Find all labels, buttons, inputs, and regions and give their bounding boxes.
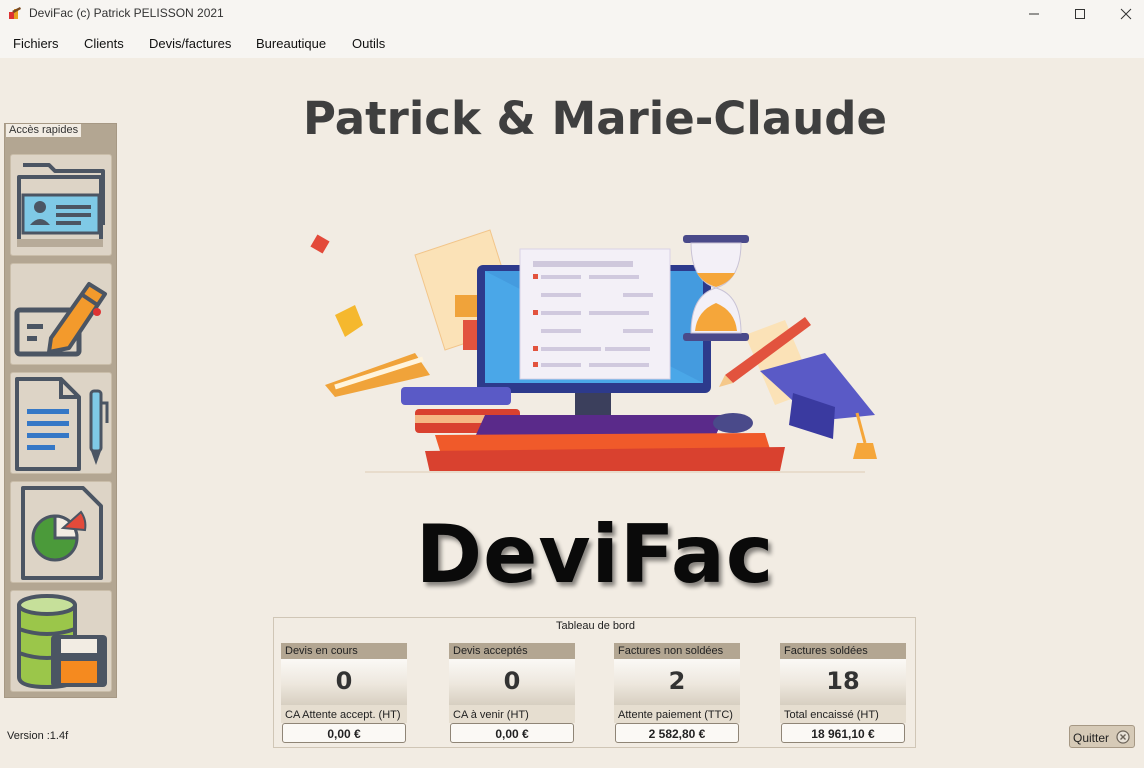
menu-bureautique[interactable]: Bureautique: [256, 36, 326, 51]
card-factures-soldees: Factures soldées 18 Total encaissé (HT) …: [780, 643, 906, 745]
card-label: Devis en cours: [281, 643, 407, 659]
close-button[interactable]: [1103, 0, 1144, 28]
card-amount-field: 2 582,80 €: [615, 723, 739, 743]
education-illustration: [310, 229, 877, 473]
menu-devis-factures[interactable]: Devis/factures: [149, 36, 231, 51]
card-devis-en-cours: Devis en cours 0 CA Attente accept. (HT)…: [281, 643, 407, 745]
card-label: Devis acceptés: [449, 643, 575, 659]
title-bar: DeviFac (c) Patrick PELISSON 2021: [0, 0, 1144, 28]
card-amount-field: 0,00 €: [450, 723, 574, 743]
minimize-icon: [1029, 13, 1039, 15]
card-devis-acceptes: Devis acceptés 0 CA à venir (HT) 0,00 €: [449, 643, 575, 745]
card-label: Factures soldées: [780, 643, 906, 659]
app-logo: DeviFac: [415, 508, 775, 601]
card-sublabel: CA à venir (HT): [449, 705, 575, 723]
card-factures-non-soldees: Factures non soldées 2 Attente paiement …: [614, 643, 740, 745]
minimize-button[interactable]: [1011, 0, 1057, 28]
maximize-button[interactable]: [1057, 0, 1103, 28]
card-count: 2: [614, 659, 740, 705]
database-save-icon: [17, 594, 107, 690]
card-sublabel: CA Attente accept. (HT): [281, 705, 407, 723]
menu-outils[interactable]: Outils: [352, 36, 385, 51]
card-count: 0: [281, 659, 407, 705]
menu-fichiers[interactable]: Fichiers: [13, 36, 59, 51]
card-count: 18: [780, 659, 906, 705]
quit-label: Quitter: [1073, 731, 1110, 745]
close-circle-icon: [1116, 730, 1130, 744]
card-sublabel: Attente paiement (TTC): [614, 705, 740, 723]
quit-button[interactable]: Quitter: [1069, 725, 1135, 748]
devis-edit-icon: [14, 282, 107, 357]
card-count: 0: [449, 659, 575, 705]
card-sublabel: Total encaissé (HT): [780, 705, 906, 723]
clients-folder-icon: [17, 163, 105, 247]
close-icon: [1120, 8, 1132, 20]
dashboard-title: Tableau de bord: [556, 620, 635, 632]
menu-bar: Fichiers Clients Devis/factures Bureauti…: [0, 28, 1144, 58]
quick-database-button[interactable]: [10, 590, 112, 692]
quick-access-panel: [4, 123, 117, 698]
quick-factures-button[interactable]: [10, 372, 112, 474]
quick-devis-button[interactable]: [10, 263, 112, 365]
dashboard-panel: Tableau de bord Devis en cours 0 CA Atte…: [273, 617, 916, 748]
card-label: Factures non soldées: [614, 643, 740, 659]
window-title: DeviFac (c) Patrick PELISSON 2021: [29, 6, 224, 20]
quick-clients-button[interactable]: [10, 154, 112, 256]
maximize-icon: [1075, 9, 1085, 19]
card-amount-field: 0,00 €: [282, 723, 406, 743]
card-amount-field: 18 961,10 €: [781, 723, 905, 743]
owner-name: Patrick & Marie-Claude: [303, 92, 887, 145]
invoice-document-icon: [15, 377, 109, 471]
app-icon: [9, 7, 21, 19]
version-label: Version :1.4f: [7, 730, 69, 742]
menu-clients[interactable]: Clients: [84, 36, 124, 51]
